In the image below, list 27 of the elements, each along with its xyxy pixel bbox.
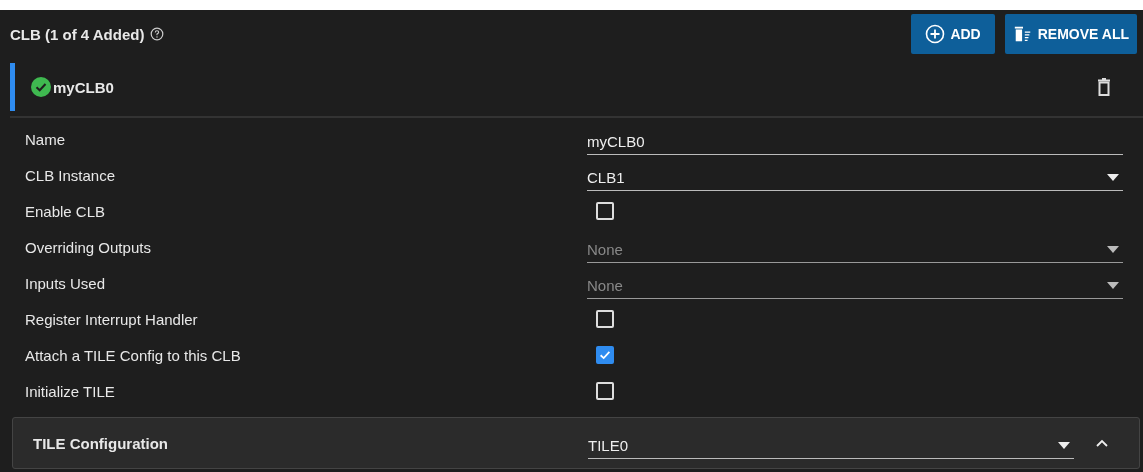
field-label: Initialize TILE	[25, 382, 116, 400]
field-label: Enable CLB	[25, 202, 107, 220]
field-label: Name	[25, 130, 66, 148]
field-label: CLB Instance	[25, 166, 117, 184]
field-label: Attach a TILE Config to this CLB	[25, 346, 242, 364]
caret-icon	[1107, 246, 1119, 253]
remove-all-button[interactable]: REMOVE ALL	[1004, 14, 1137, 54]
plus-circle-icon	[925, 24, 946, 44]
instance-name: myCLB0	[53, 78, 114, 96]
chevron-icon[interactable]	[1096, 439, 1108, 447]
checkbox[interactable]	[596, 346, 614, 364]
add-button[interactable]: ADD	[911, 14, 995, 54]
instance-row[interactable]: myCLB0	[10, 58, 1143, 118]
caret-icon	[1058, 442, 1070, 449]
dropdown-field[interactable]: CLB1	[587, 159, 1123, 191]
field-label: Register Interrupt Handler	[25, 310, 199, 328]
field-label: Overriding Outputs	[25, 238, 152, 256]
delete-icon[interactable]	[1097, 78, 1111, 96]
help-icon[interactable]	[150, 27, 165, 41]
text-field[interactable]: myCLB0	[587, 123, 1123, 155]
field-label: Inputs Used	[25, 274, 107, 292]
caret-icon	[1107, 282, 1119, 289]
section-title: TILE Configuration	[33, 434, 169, 452]
dropdown-field[interactable]: TILE0	[588, 427, 1074, 459]
trash-list-icon	[1012, 24, 1033, 44]
caret-icon	[1107, 174, 1119, 181]
section-title: CLB (1 of 4 Added)	[10, 25, 145, 43]
